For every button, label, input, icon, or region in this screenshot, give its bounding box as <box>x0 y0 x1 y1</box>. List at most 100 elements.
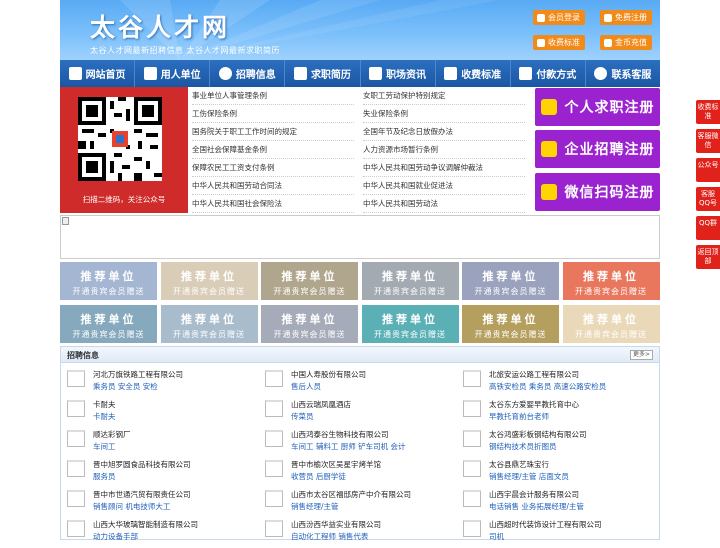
job-positions[interactable]: 自动化工程师 销售代表 <box>291 531 368 542</box>
company-logo-icon[interactable] <box>463 490 481 507</box>
company-name[interactable]: 晋中旭罗圆食品科技有限公司 <box>93 459 191 470</box>
job-positions[interactable]: 服务员 <box>93 471 116 482</box>
company-logo-icon[interactable] <box>67 400 85 417</box>
site-logo[interactable]: 太谷人才网 <box>90 8 230 44</box>
policy-link[interactable]: 事业单位人事管理条例 <box>192 87 354 105</box>
policy-link[interactable]: 失业保险条例 <box>363 105 525 123</box>
job-positions[interactable]: 乘务员 安全员 安检 <box>93 381 158 392</box>
company-logo-icon[interactable] <box>463 430 481 447</box>
company-register-button[interactable]: 企业招聘注册 <box>535 130 660 168</box>
company-name[interactable]: 山西鸿泰谷生物科技有限公司 <box>291 429 389 440</box>
sidebar-qq-group[interactable]: QQ群 <box>696 216 720 240</box>
company-name[interactable]: 太谷县鼎艺珠宝行 <box>489 459 549 470</box>
banner-image[interactable] <box>60 215 660 259</box>
company-logo-icon[interactable] <box>463 520 481 537</box>
policy-link[interactable]: 女职工劳动保护特别规定 <box>363 87 525 105</box>
company-logo-icon[interactable] <box>67 460 85 477</box>
job-positions[interactable]: 高铁安检员 乘务员 高速公路安检员 <box>489 381 606 392</box>
job-positions[interactable]: 动力设备手部 <box>93 531 138 542</box>
policy-link[interactable]: 工伤保险条例 <box>192 105 354 123</box>
job-positions[interactable]: 卡耐夫 <box>93 411 116 422</box>
policy-link[interactable]: 中华人民共和国社会保险法 <box>192 195 354 213</box>
policy-link[interactable]: 中华人民共和国劳动合同法 <box>192 177 354 195</box>
company-name[interactable]: 太谷东方爱婴早教托育中心 <box>489 399 579 410</box>
sidebar-back-to-top[interactable]: 返回顶部 <box>696 245 720 269</box>
job-positions[interactable]: 收营员 后厨学徒 <box>291 471 346 482</box>
wechat-register-button[interactable]: 微信扫码注册 <box>535 173 660 211</box>
recommend-tile[interactable]: 推荐单位 开通贵宾会员赠送 <box>160 262 258 300</box>
recommend-tile[interactable]: 推荐单位 开通贵宾会员赠送 <box>562 305 660 343</box>
register-button[interactable]: 免费注册 <box>600 10 652 25</box>
recommend-tile[interactable]: 推荐单位 开通贵宾会员赠送 <box>562 262 660 300</box>
company-logo-icon[interactable] <box>67 370 85 387</box>
company-name[interactable]: 山西汾西华益实业有限公司 <box>291 519 381 530</box>
nav-pricing[interactable]: 收费标准 <box>436 60 511 87</box>
company-logo-icon[interactable] <box>265 370 283 387</box>
policy-link[interactable]: 人力资源市场暂行条例 <box>363 141 525 159</box>
company-name[interactable]: 山西市太谷区福邸房产中介有限公司 <box>291 489 411 500</box>
sidebar-wechat[interactable]: 客服微信 <box>696 129 720 153</box>
nav-resumes[interactable]: 求职简历 <box>285 60 361 87</box>
policy-link[interactable]: 国务院关于职工工作时间的规定 <box>192 123 354 141</box>
job-positions[interactable]: 销售经理/主管 店面文员 <box>489 471 569 482</box>
recommend-tile[interactable]: 推荐单位 开通贵宾会员赠送 <box>462 262 559 300</box>
recommend-tile[interactable]: 推荐单位 开通贵宾会员赠送 <box>361 305 459 343</box>
personal-register-button[interactable]: 个人求职注册 <box>535 88 660 126</box>
company-name[interactable]: 山西大华玻璃智能制造有限公司 <box>93 519 198 530</box>
company-logo-icon[interactable] <box>463 400 481 417</box>
company-name[interactable]: 山西云瑞凤凰酒店 <box>291 399 351 410</box>
job-positions[interactable]: 售后人员 <box>291 381 321 392</box>
policy-link[interactable]: 保障农民工工资支付条例 <box>192 159 354 177</box>
job-positions[interactable]: 销售顾问 机电技师大工 <box>93 501 170 512</box>
company-logo-icon[interactable] <box>463 460 481 477</box>
recommend-tile[interactable]: 推荐单位 开通贵宾会员赠送 <box>462 305 559 343</box>
recommend-tile[interactable]: 推荐单位 开通贵宾会员赠送 <box>261 262 358 300</box>
company-logo-icon[interactable] <box>265 400 283 417</box>
nav-employers[interactable]: 用人单位 <box>135 60 211 87</box>
nav-payment[interactable]: 付款方式 <box>511 60 586 87</box>
policy-link[interactable]: 中华人民共和国就业促进法 <box>363 177 525 195</box>
nav-contact[interactable]: 联系客服 <box>586 60 660 87</box>
job-positions[interactable]: 车间工 辅料工 厨师 铲车司机 会计 <box>291 441 406 452</box>
company-logo-icon[interactable] <box>265 490 283 507</box>
job-positions[interactable]: 销售经理/主管 <box>291 501 339 512</box>
login-button[interactable]: 会员登录 <box>533 10 585 25</box>
sidebar-pricing[interactable]: 收费标准 <box>696 100 720 124</box>
company-logo-icon[interactable] <box>67 430 85 447</box>
company-logo-icon[interactable] <box>265 430 283 447</box>
policy-link[interactable]: 全国社会保障基金条例 <box>192 141 354 159</box>
recharge-button[interactable]: 金币充值 <box>600 35 652 50</box>
company-name[interactable]: 北旅安运公路工程有限公司 <box>489 369 579 380</box>
recommend-tile[interactable]: 推荐单位 开通贵宾会员赠送 <box>160 305 258 343</box>
company-name[interactable]: 山西超时代装饰设计工程有限公司 <box>489 519 602 530</box>
policy-link[interactable]: 中华人民共和国劳动法 <box>363 195 525 213</box>
policy-link[interactable]: 全国年节及纪念日放假办法 <box>363 123 525 141</box>
job-positions[interactable]: 电话销售 业务拓展经理/主管 <box>489 501 584 512</box>
company-name[interactable]: 晋中市榆次区吴星宇烤羊馆 <box>291 459 381 470</box>
job-positions[interactable]: 车间工 <box>93 441 116 452</box>
job-positions[interactable]: 传菜员 <box>291 411 314 422</box>
company-name[interactable]: 卡耐夫 <box>93 399 116 410</box>
price-button[interactable]: 收费标准 <box>533 35 585 50</box>
recommend-tile[interactable]: 推荐单位 开通贵宾会员赠送 <box>60 305 157 343</box>
nav-news[interactable]: 职场资讯 <box>361 60 436 87</box>
company-name[interactable]: 山西宇晨会计服务有限公司 <box>489 489 579 500</box>
company-name[interactable]: 顺达彩钢厂 <box>93 429 131 440</box>
company-name[interactable]: 河北万旗铁路工程有限公司 <box>93 369 183 380</box>
company-logo-icon[interactable] <box>463 370 481 387</box>
nav-jobs[interactable]: 招聘信息 <box>210 60 286 87</box>
company-name[interactable]: 中国人寿股份有限公司 <box>291 369 366 380</box>
nav-home[interactable]: 网站首页 <box>60 60 136 87</box>
company-logo-icon[interactable] <box>265 460 283 477</box>
job-positions[interactable]: 钢结构技术员折图员 <box>489 441 557 452</box>
recommend-tile[interactable]: 推荐单位 开通贵宾会员赠送 <box>60 262 157 300</box>
company-name[interactable]: 太谷鸿盛彩板钢结构有限公司 <box>489 429 587 440</box>
recommend-tile[interactable]: 推荐单位 开通贵宾会员赠送 <box>261 305 358 343</box>
recommend-tile[interactable]: 推荐单位 开通贵宾会员赠送 <box>361 262 459 300</box>
company-logo-icon[interactable] <box>265 520 283 537</box>
sidebar-qq[interactable]: 客服QQ号 <box>696 187 720 211</box>
sidebar-official-account[interactable]: 公众号 <box>696 158 720 182</box>
company-logo-icon[interactable] <box>67 490 85 507</box>
company-name[interactable]: 晋中市世通汽贸有限责任公司 <box>93 489 191 500</box>
policy-link[interactable]: 中华人民共和国劳动争议调解仲裁法 <box>363 159 525 177</box>
